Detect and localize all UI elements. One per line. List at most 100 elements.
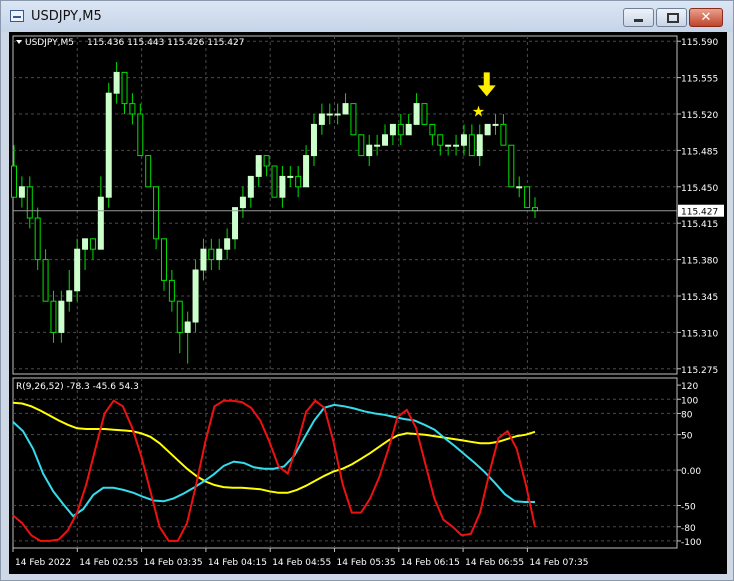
y-tick-label: -100 [681,538,702,548]
candle-body [42,259,49,302]
candle-body [366,144,373,157]
dropdown-triangle-icon[interactable] [16,40,22,44]
x-tick-label: 14 Feb 06:15 [401,558,460,568]
x-tick-label: 14 Feb 07:35 [529,558,588,568]
candle-body [74,248,81,292]
maximize-button[interactable] [656,8,687,27]
candle-body [82,238,89,250]
candle-body [492,123,499,126]
x-tick-label: 14 Feb 02:55 [79,558,138,568]
candle-body [429,123,436,136]
candle-body [310,123,317,157]
candle-body [105,92,112,198]
candle-body [453,144,460,147]
candle-body [192,269,199,323]
close-icon: ✕ [700,10,712,25]
close-button[interactable]: ✕ [689,8,723,27]
x-tick-label: 14 Feb 06:55 [465,558,524,568]
chart-canvas[interactable]: 14 Feb 2022 14 Feb 02:55 14 Feb 03:35 14 Fe… [9,32,727,574]
candle-body [524,186,531,209]
candle-body [121,71,128,105]
indicator-series-line [12,399,536,542]
candle-body [11,165,17,198]
candle-body [26,186,33,219]
y-tick-label: 115.520 [681,111,718,121]
chart-area[interactable]: 14 Feb 2022 14 Feb 02:55 14 Feb 03:35 14 Fe… [9,32,727,574]
x-tick-label: 14 Feb 05:35 [337,558,396,568]
candle-body [58,300,65,333]
candle-body [476,134,483,157]
candle-body [247,175,254,198]
y-tick-label: 115.380 [681,257,718,267]
candle-body [216,248,223,261]
x-tick-label: 14 Feb 2022 [15,558,71,568]
candle-body [168,279,175,302]
y-tick-label: 115.415 [681,220,718,230]
y-tick-label: 120 [681,382,698,392]
candle-body [445,144,452,147]
chart-window-icon [10,10,24,22]
y-tick-label: 115.345 [681,293,718,303]
candle-body [287,175,294,178]
main-pane-border [12,35,678,375]
candle-body [145,155,152,188]
candle-body [50,300,57,333]
candle-body [279,175,286,198]
minimize-button[interactable] [623,8,654,27]
y-tick-label: 0.00 [681,467,701,477]
candle-body [326,113,333,116]
x-tick-label: 14 Feb 04:15 [208,558,267,568]
candle-body [334,113,341,116]
y-tick-label: 80 [681,410,693,420]
candle-body [255,155,262,177]
candle-body [224,238,231,250]
y-tick-label: 100 [681,396,698,406]
candle-body [18,186,25,198]
candle-body [137,113,144,157]
y-tick-label: 50 [681,432,693,442]
candle-body [437,134,444,146]
candle-body [184,321,191,333]
indicator-title: R(9,26,52) -78.3 -45.6 54.3 [16,382,139,392]
candle-body [208,248,215,261]
candle-body [397,123,404,136]
candle-body [500,123,507,146]
candle-body [318,113,325,125]
candle-body [113,71,120,94]
x-tick-label: 14 Feb 04:55 [272,558,331,568]
candle-body [460,134,467,146]
main-chart-title: USDJPY,M5 [25,38,74,48]
window-title: USDJPY,M5 [31,9,102,24]
y-tick-label: -80 [681,524,696,534]
y-tick-label: 115.310 [681,329,718,339]
title-bar[interactable]: USDJPY,M5 ✕ [1,1,733,32]
candle-body [160,238,167,281]
candle-body [508,144,515,188]
candle-body [421,103,428,125]
candle-body [389,123,396,136]
y-tick-label: 115.450 [681,184,718,194]
candle-body [350,103,357,136]
candle-body [342,103,349,115]
candle-body [34,217,41,261]
candle-body [176,300,183,333]
candle-body [303,155,310,188]
current-price-label: 115.427 [681,208,718,218]
terminal-window: USDJPY,M5 ✕ 14 Feb 2022 14 Feb 02:55 14 Fe… [0,0,734,581]
candle-body [405,123,412,136]
ohlc-values: 115.436 115.443 115.426 115.427 [87,38,244,48]
candle-body [271,165,278,198]
y-tick-label: 115.275 [681,366,718,376]
candle-body [97,196,104,250]
candle-body [89,238,96,250]
candle-body [129,103,136,115]
candle-body [468,134,475,157]
y-tick-label: -50 [681,503,696,513]
candle-body [413,103,420,125]
candle-body [153,186,160,240]
down-arrow-icon [477,72,496,97]
candle-body [374,144,381,147]
candle-body [66,290,73,302]
candle-body [516,186,523,189]
y-tick-label: 115.485 [681,147,718,157]
